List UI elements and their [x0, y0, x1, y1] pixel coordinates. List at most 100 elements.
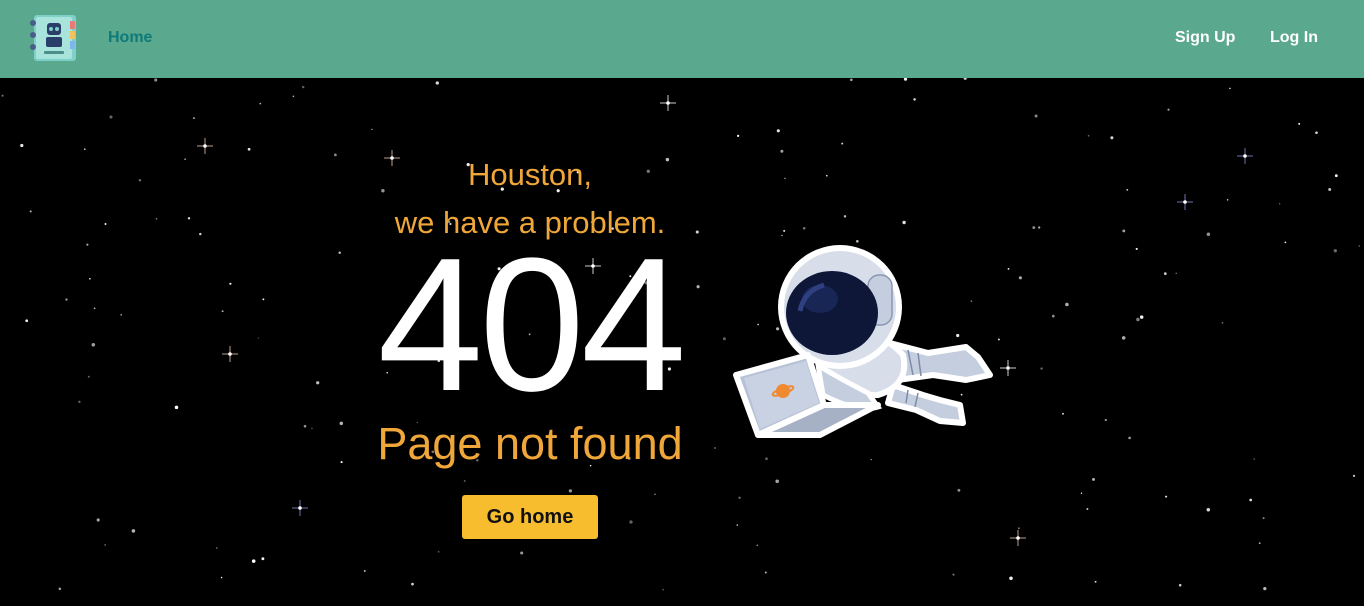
star	[1229, 87, 1231, 90]
houston-heading-line1: Houston,	[467, 157, 593, 192]
star	[1279, 203, 1281, 205]
star	[1139, 315, 1144, 319]
star	[1226, 199, 1229, 201]
star	[109, 115, 113, 119]
star	[340, 461, 343, 464]
nav-login-link[interactable]: Log In	[1270, 29, 1318, 47]
star	[756, 544, 759, 547]
star	[783, 229, 786, 232]
star	[1086, 508, 1089, 510]
star	[303, 424, 307, 428]
star	[714, 447, 716, 449]
star	[247, 147, 251, 151]
star	[262, 298, 265, 301]
star	[1, 94, 4, 97]
star	[120, 313, 123, 316]
star	[780, 149, 784, 153]
sparkle-star	[1010, 530, 1026, 546]
star	[96, 518, 100, 522]
star	[764, 571, 767, 574]
star	[251, 559, 256, 563]
star	[1034, 114, 1038, 118]
star	[261, 557, 265, 561]
star	[1121, 336, 1126, 340]
star	[29, 210, 32, 213]
star	[1167, 108, 1170, 111]
star	[371, 128, 373, 131]
star	[825, 174, 828, 177]
star	[174, 405, 179, 410]
star	[765, 457, 768, 461]
star	[1333, 249, 1337, 253]
star	[302, 85, 305, 89]
star	[1104, 418, 1107, 422]
star	[1263, 586, 1267, 591]
star	[192, 117, 196, 120]
star	[1334, 174, 1338, 178]
star	[1253, 458, 1256, 460]
star	[338, 251, 341, 255]
star	[737, 134, 740, 137]
star	[841, 142, 844, 145]
star	[1206, 232, 1211, 237]
star	[654, 493, 656, 496]
star	[1136, 317, 1140, 322]
star	[104, 222, 107, 226]
address-book-logo-icon[interactable]	[26, 13, 80, 63]
star	[776, 129, 780, 133]
star	[952, 573, 955, 576]
star	[1110, 136, 1114, 140]
star	[58, 587, 62, 591]
go-home-button[interactable]: Go home	[462, 495, 598, 539]
star	[722, 337, 726, 341]
star	[1092, 477, 1095, 481]
star	[1135, 247, 1138, 250]
star	[1007, 267, 1010, 270]
star	[220, 576, 223, 579]
star	[184, 158, 186, 160]
star	[257, 337, 259, 339]
star	[87, 375, 90, 378]
sparkle-star	[197, 138, 213, 154]
star	[568, 489, 573, 493]
star	[629, 520, 633, 524]
star	[1018, 276, 1022, 280]
error-code: 404	[377, 219, 686, 431]
star	[802, 227, 806, 230]
star	[435, 81, 439, 85]
star	[104, 544, 106, 546]
star	[1126, 189, 1129, 191]
star	[1032, 226, 1036, 230]
star	[781, 234, 783, 237]
star	[334, 153, 337, 157]
star	[1018, 527, 1020, 529]
star	[1062, 412, 1064, 415]
star	[1206, 507, 1211, 512]
star	[339, 421, 344, 426]
nav-signup-link[interactable]: Sign Up	[1175, 29, 1235, 47]
star	[154, 78, 158, 82]
star	[1051, 314, 1055, 318]
star	[1175, 272, 1177, 275]
star	[463, 479, 466, 482]
star	[1315, 131, 1318, 135]
star	[363, 570, 366, 572]
star	[913, 98, 916, 101]
star	[902, 220, 906, 225]
star	[849, 78, 853, 82]
star	[131, 529, 136, 533]
star	[20, 143, 24, 148]
star	[1080, 492, 1083, 494]
nav-home-link[interactable]: Home	[108, 29, 152, 47]
star	[903, 78, 908, 81]
star	[93, 307, 96, 310]
navbar: Home Sign Up Log In	[0, 0, 1364, 78]
star	[138, 179, 142, 182]
star	[662, 589, 664, 591]
star	[738, 496, 741, 499]
star	[216, 547, 218, 549]
star	[292, 95, 295, 98]
star	[957, 488, 961, 492]
star	[870, 458, 872, 461]
star	[65, 298, 68, 301]
